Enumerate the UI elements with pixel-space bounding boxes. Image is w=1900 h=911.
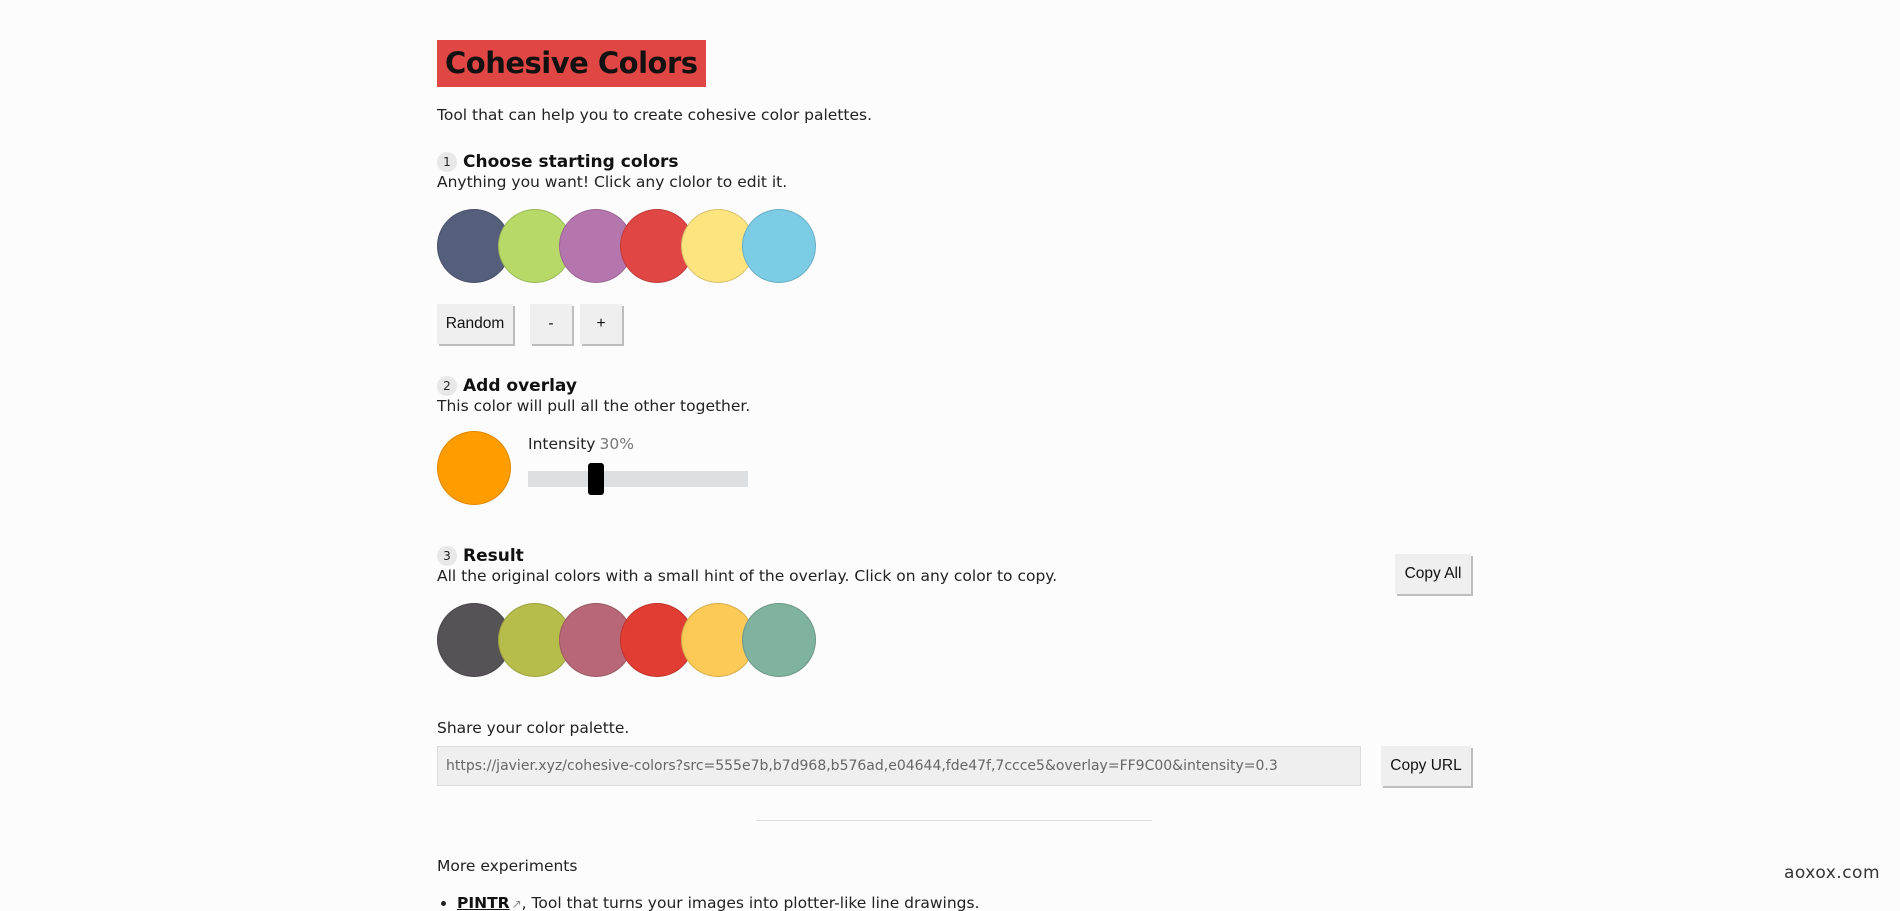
intensity-label: Intensity 30% [528,435,634,453]
watermark: aoxox.com [1784,863,1880,883]
remove-color-button[interactable]: - [530,304,572,344]
copy-all-button[interactable]: Copy All [1395,554,1471,594]
intensity-slider-thumb[interactable] [588,463,604,495]
page-subtitle: Tool that can help you to create cohesiv… [437,106,873,124]
divider [756,820,1152,821]
step-heading: 3 Result [437,546,1471,566]
step-description: All the original colors with a small hin… [437,567,1058,585]
step-number: 1 [437,152,457,172]
starting-color-swatches [437,209,1471,283]
intensity-value: 30% [599,435,634,453]
copy-url-button[interactable]: Copy URL [1381,746,1471,786]
share-url-row: Copy URL [437,746,1471,788]
result-color-swatches [437,603,1471,677]
experiments-list: PINTR↗, Tool that turns your images into… [437,894,1471,911]
share-url-input[interactable] [437,746,1361,786]
step-title: Add overlay [463,376,577,396]
intensity-slider[interactable] [528,463,748,495]
intensity-label-text: Intensity [528,435,596,453]
step-heading: 1 Choose starting colors [437,152,1471,172]
experiment-link[interactable]: PINTR [457,894,510,911]
external-link-icon: ↗ [511,897,522,911]
step-title: Result [463,546,524,566]
starting-color-swatch[interactable] [742,209,816,283]
section-starting-colors: 1 Choose starting colors Anything you wa… [437,152,1471,346]
step-description: This color will pull all the other toget… [437,397,751,415]
step-description: Anything you want! Click any clolor to e… [437,173,788,191]
result-color-swatch[interactable] [742,603,816,677]
step-number: 2 [437,376,457,396]
share-label: Share your color palette. [437,719,630,737]
page-title: Cohesive Colors [437,40,706,87]
palette-buttons: Random - + [437,304,1471,346]
random-button[interactable]: Random [437,304,513,344]
section-overlay: 2 Add overlay This color will pull all t… [437,376,1471,511]
overlay-controls: Intensity 30% [437,431,1471,511]
experiment-description: , Tool that turns your images into plott… [521,894,980,911]
step-number: 3 [437,546,457,566]
main-content: Cohesive Colors Tool that can help you t… [437,40,1471,911]
step-title: Choose starting colors [463,152,679,172]
overlay-color-swatch[interactable] [437,431,511,505]
more-experiments-label: More experiments [437,857,578,875]
section-result: 3 Result All the original colors with a … [437,546,1471,677]
add-color-button[interactable]: + [580,304,622,344]
page: Cohesive Colors Tool that can help you t… [0,0,1900,911]
step-heading: 2 Add overlay [437,376,1471,396]
list-item: PINTR↗, Tool that turns your images into… [457,894,1471,911]
